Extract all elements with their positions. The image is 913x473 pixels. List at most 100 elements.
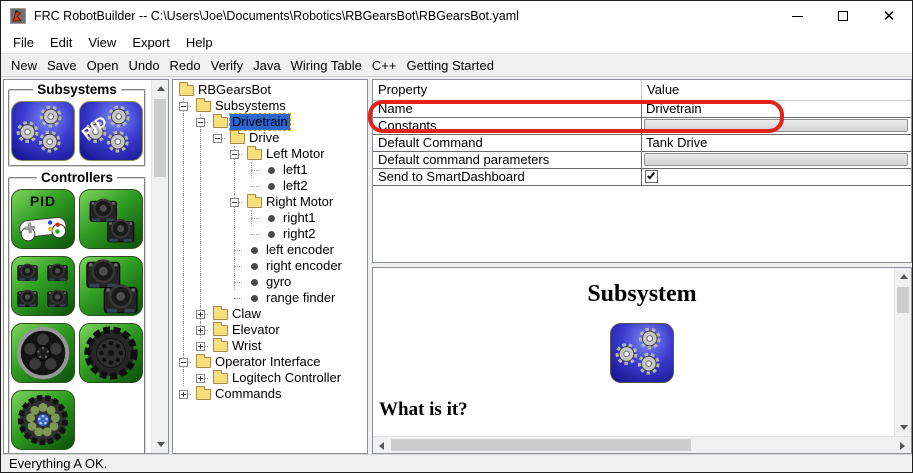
scroll-right-icon[interactable] (894, 437, 911, 453)
scroll-left-icon[interactable] (373, 437, 390, 453)
tree-expand-icon[interactable] (179, 390, 188, 399)
property-value-cell[interactable]: Drivetrain (641, 101, 911, 117)
tree-node-right1[interactable]: right1 (173, 210, 367, 226)
tree-collapse-icon[interactable] (213, 134, 222, 143)
menu-file[interactable]: File (5, 33, 42, 52)
help-vscroll-thumb[interactable] (897, 287, 909, 313)
help-section-heading: What is it? (379, 399, 468, 420)
help-vertical-scrollbar[interactable] (894, 268, 911, 436)
tree-node-logitech-controller[interactable]: Logitech Controller (173, 370, 367, 386)
mecanum-wheel-tile[interactable] (11, 390, 75, 450)
tree-label: gyro (266, 274, 292, 289)
default-command-value[interactable]: Tank Drive (642, 135, 707, 150)
property-value-cell[interactable] (641, 152, 911, 168)
toolbar-verify-button[interactable]: Verify (206, 56, 249, 75)
omni-wheel-tile[interactable] (79, 323, 143, 383)
menu-edit[interactable]: Edit (42, 33, 80, 52)
property-value-cell[interactable]: Tank Drive (641, 135, 911, 151)
properties-panel: Property Value Name Drivetrain Constants De… (372, 79, 912, 263)
tree-node-left-encoder[interactable]: left encoder (173, 242, 367, 258)
motor-controller-pair-large-tile[interactable] (79, 256, 143, 316)
tree-collapse-icon[interactable] (179, 102, 188, 111)
send-to-smartdashboard-checkbox[interactable] (645, 170, 658, 183)
tree-expand-icon[interactable] (196, 326, 205, 335)
tree-label: left2 (283, 178, 308, 193)
tree-guide-line (234, 226, 235, 242)
tree-connector-line (234, 298, 242, 299)
tree-guide-line (200, 194, 201, 210)
tree-node-gyro[interactable]: gyro (173, 274, 367, 290)
name-value[interactable]: Drivetrain (642, 101, 702, 116)
tree-expand-icon[interactable] (196, 374, 205, 383)
property-value-cell[interactable] (641, 118, 911, 134)
scroll-down-icon[interactable] (895, 419, 911, 436)
tree-node-left2[interactable]: left2 (173, 178, 367, 194)
tree-expand-icon[interactable] (196, 310, 205, 319)
tree-node-left-motor[interactable]: Left Motor (173, 146, 367, 162)
tree-label: right encoder (266, 258, 342, 273)
robot-tree[interactable]: RBGearsBot Subsystems Drivetrain Drive Left … (172, 79, 368, 454)
toolbar-c-button[interactable]: C++ (367, 56, 402, 75)
menu-view[interactable]: View (80, 33, 124, 52)
toolbar-new-button[interactable]: New (6, 56, 42, 75)
palette-scrollbar-thumb[interactable] (154, 99, 166, 177)
motor-controller-quad-tile[interactable] (11, 256, 75, 316)
tree-collapse-icon[interactable] (179, 358, 188, 367)
tree-node-right-motor[interactable]: Right Motor (173, 194, 367, 210)
palette-group-title: Controllers (36, 170, 118, 185)
minimize-button[interactable] (774, 1, 820, 31)
palette-scrollbar[interactable] (151, 80, 168, 453)
subsystem-tile[interactable] (11, 101, 75, 161)
tree-expand-icon[interactable] (196, 342, 205, 351)
menu-help[interactable]: Help (178, 33, 221, 52)
menu-export[interactable]: Export (124, 33, 178, 52)
tree-node-subsystems[interactable]: Subsystems (173, 98, 367, 114)
toolbar-redo-button[interactable]: Redo (165, 56, 206, 75)
tree-node-drive[interactable]: Drive (173, 130, 367, 146)
help-hscroll-thumb[interactable] (391, 439, 691, 451)
tree-guide-line (183, 146, 184, 162)
toolbar-wiring-table-button[interactable]: Wiring Table (286, 56, 367, 75)
pid-subsystem-tile[interactable]: PID (79, 101, 143, 161)
motor-controller-pair-tile[interactable] (79, 189, 143, 249)
pid-controller-tile[interactable]: PID (11, 189, 75, 249)
tree-collapse-icon[interactable] (230, 150, 239, 159)
wheel-icon (16, 326, 70, 380)
maximize-button[interactable] (820, 1, 866, 31)
tree-connector-line (234, 250, 242, 251)
tree-node-elevator[interactable]: Elevator (173, 322, 367, 338)
tree-node-wrist[interactable]: Wrist (173, 338, 367, 354)
toolbar-undo-button[interactable]: Undo (123, 56, 164, 75)
toolbar-open-button[interactable]: Open (82, 56, 124, 75)
tree-guide-line (234, 178, 235, 194)
app-window: FRC RobotBuilder -- C:\Users\Joe\Documen… (0, 0, 913, 473)
property-value-cell[interactable] (641, 169, 911, 185)
tree-node-left1[interactable]: left1 (173, 162, 367, 178)
scroll-down-icon[interactable] (152, 436, 168, 453)
help-horizontal-scrollbar[interactable] (373, 436, 911, 453)
default-command-parameters-value-button[interactable] (644, 153, 908, 166)
tree-collapse-icon[interactable] (196, 118, 205, 127)
tree-node-rbgearsbot[interactable]: RBGearsBot (173, 82, 367, 98)
tree-node-right-encoder[interactable]: right encoder (173, 258, 367, 274)
wheel-tile[interactable] (11, 323, 75, 383)
tree-node-operator-interface[interactable]: Operator Interface (173, 354, 367, 370)
scroll-up-icon[interactable] (152, 80, 168, 97)
toolbar-java-button[interactable]: Java (248, 56, 285, 75)
constants-value-button[interactable] (644, 119, 908, 132)
tree-node-right2[interactable]: right2 (173, 226, 367, 242)
status-bar: Everything A OK. (1, 454, 912, 472)
folder-icon (196, 354, 211, 368)
tree-collapse-icon[interactable] (230, 198, 239, 207)
help-panel: Subsystem What is it? (372, 267, 912, 454)
toolbar-getting-started-button[interactable]: Getting Started (401, 56, 498, 75)
tree-node-range-finder[interactable]: range finder (173, 290, 367, 306)
close-button[interactable]: ✕ (866, 1, 912, 31)
folder-icon (213, 322, 228, 336)
tree-node-drivetrain[interactable]: Drivetrain (173, 113, 367, 131)
tree-node-commands[interactable]: Commands (173, 386, 367, 402)
toolbar-save-button[interactable]: Save (42, 56, 82, 75)
tree-guide-line (234, 162, 235, 178)
scroll-up-icon[interactable] (895, 268, 911, 285)
tree-node-claw[interactable]: Claw (173, 306, 367, 322)
